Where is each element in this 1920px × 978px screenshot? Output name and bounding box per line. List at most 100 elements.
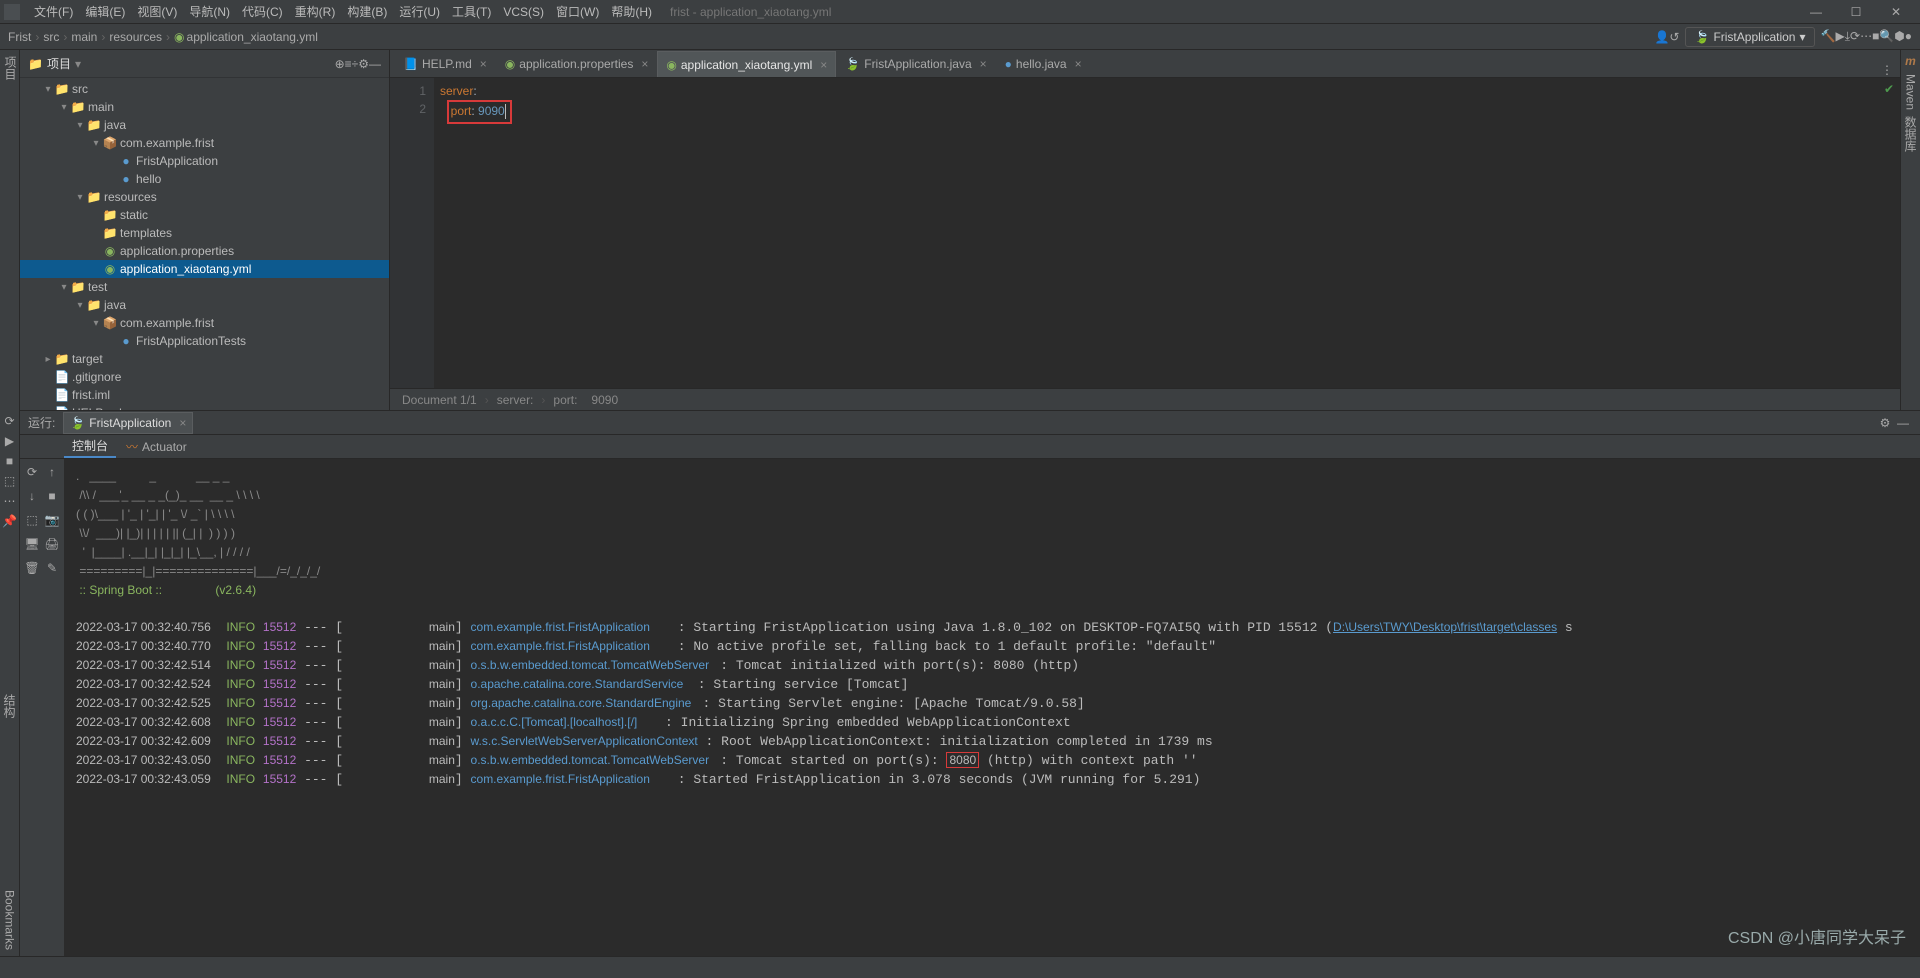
close-icon[interactable]: × xyxy=(480,57,487,71)
console-action-icon[interactable]: ⬚ xyxy=(23,511,41,529)
pin-icon[interactable]: 📌 xyxy=(2,514,17,528)
menu-item[interactable]: 导航(N) xyxy=(183,5,236,19)
rerun-icon[interactable]: ⟳ xyxy=(4,414,14,428)
maven-tool-button[interactable]: Maven xyxy=(1904,74,1918,110)
bookmarks-tool-button[interactable]: Bookmarks xyxy=(3,890,17,950)
menu-item[interactable]: 构建(B) xyxy=(341,5,393,19)
expand-arrow-icon[interactable]: ▾ xyxy=(58,282,70,293)
toolbar-icon[interactable]: ⟳ xyxy=(1850,29,1860,43)
expand-arrow-icon[interactable]: ▾ xyxy=(74,300,86,311)
close-button[interactable]: ✕ xyxy=(1876,5,1916,19)
toolbar-icon[interactable]: ▶ xyxy=(1835,29,1844,43)
menu-item[interactable]: 重构(R) xyxy=(289,5,342,19)
expand-arrow-icon[interactable]: ▾ xyxy=(42,84,54,95)
tree-node[interactable]: ▾📦com.example.frist xyxy=(20,134,389,152)
breadcrumb-segment[interactable]: src xyxy=(43,30,59,44)
toolbar-icon[interactable]: 🔍 xyxy=(1879,29,1894,43)
menu-item[interactable]: 代码(C) xyxy=(236,5,289,19)
tree-node[interactable]: ▾📁src xyxy=(20,80,389,98)
breadcrumb-segment[interactable]: main xyxy=(71,30,97,44)
run-icon[interactable]: ▶ xyxy=(5,434,14,448)
maven-icon[interactable]: m xyxy=(1905,54,1916,68)
structure-tool-button[interactable]: 结构 xyxy=(1,694,18,718)
project-header-icon[interactable]: ⚙ xyxy=(358,57,369,71)
expand-arrow-icon[interactable]: ▾ xyxy=(90,138,102,149)
expand-arrow-icon[interactable]: ▾ xyxy=(74,192,86,203)
tree-node[interactable]: ●FristApplicationTests xyxy=(20,332,389,350)
tree-node[interactable]: 📄.gitignore xyxy=(20,368,389,386)
editor-tab[interactable]: ◉application.properties× xyxy=(496,51,658,77)
tree-node[interactable]: ●hello xyxy=(20,170,389,188)
tab-more-icon[interactable]: ⋮ xyxy=(1878,63,1896,77)
tree-node[interactable]: 📄frist.iml xyxy=(20,386,389,404)
tree-node[interactable]: ▾📁java xyxy=(20,116,389,134)
console-action-icon[interactable]: 🗑 xyxy=(23,559,41,577)
console-output[interactable]: . ____ _ __ _ _ /\\ / ___'_ __ _ _(_)_ _… xyxy=(64,459,1920,956)
menu-item[interactable]: 视图(V) xyxy=(131,5,183,19)
console-action-icon[interactable]: ⟳ xyxy=(23,463,41,481)
minimize-button[interactable]: — xyxy=(1796,5,1836,19)
toolbar-icon[interactable]: 🔨 xyxy=(1821,29,1836,43)
tree-node[interactable]: ▾📦com.example.frist xyxy=(20,314,389,332)
layout-icon[interactable]: ⬚ xyxy=(4,474,15,488)
editor-tab[interactable]: ●hello.java× xyxy=(996,51,1091,77)
menu-item[interactable]: VCS(S) xyxy=(497,5,550,19)
code-editor[interactable]: 1 2 server: port: 9090 ✔ xyxy=(390,78,1900,388)
expand-arrow-icon[interactable]: ▾ xyxy=(90,318,102,329)
chevron-down-icon[interactable]: ▾ xyxy=(75,57,81,71)
maximize-button[interactable]: ☐ xyxy=(1836,5,1876,19)
close-icon[interactable]: × xyxy=(1075,57,1082,71)
toolbar-icon[interactable]: ↺ xyxy=(1669,30,1679,44)
path-segment[interactable]: server: xyxy=(497,393,534,407)
tree-node[interactable]: ◉application_xiaotang.yml xyxy=(20,260,389,278)
project-tree[interactable]: ▾📁src▾📁main▾📁java▾📦com.example.frist●Fri… xyxy=(20,78,389,410)
expand-arrow-icon[interactable]: ▾ xyxy=(58,102,70,113)
menu-item[interactable]: 工具(T) xyxy=(446,5,497,19)
run-config-selector[interactable]: 🍃 FristApplication ▾ xyxy=(1685,27,1814,47)
close-icon[interactable]: × xyxy=(179,416,186,430)
console-action-icon[interactable]: ✎ xyxy=(43,559,61,577)
breadcrumb-segment[interactable]: ◉application_xiaotang.yml xyxy=(174,30,318,44)
editor-tab[interactable]: 🍃FristApplication.java× xyxy=(836,51,995,77)
path-segment[interactable]: port: xyxy=(553,393,577,407)
menu-item[interactable]: 帮助(H) xyxy=(605,5,658,19)
console-action-icon[interactable]: ■ xyxy=(43,487,61,505)
menu-item[interactable]: 运行(U) xyxy=(393,5,446,19)
expand-arrow-icon[interactable]: ▸ xyxy=(42,354,54,365)
database-tool-button[interactable]: 数据库 xyxy=(1902,116,1919,152)
tree-node[interactable]: ▾📁resources xyxy=(20,188,389,206)
run-subtab[interactable]: 控制台 xyxy=(64,435,116,458)
run-tab[interactable]: 🍃 FristApplication × xyxy=(63,412,193,434)
menu-item[interactable]: 编辑(E) xyxy=(79,5,131,19)
editor-tab[interactable]: ◉application_xiaotang.yml× xyxy=(657,51,836,77)
console-action-icon[interactable]: ↓ xyxy=(23,487,41,505)
toolbar-icon[interactable]: ⋯ xyxy=(1860,29,1872,43)
tree-node[interactable]: 📄HELP.md xyxy=(20,404,389,410)
tree-node[interactable]: 📁static xyxy=(20,206,389,224)
expand-arrow-icon[interactable]: ▾ xyxy=(74,120,86,131)
breadcrumb-segment[interactable]: Frist xyxy=(8,30,31,44)
inspection-ok-icon[interactable]: ✔ xyxy=(1884,82,1894,96)
stop-icon[interactable]: ■ xyxy=(6,454,13,468)
console-action-icon[interactable]: 🖥 xyxy=(23,535,41,553)
project-header-icon[interactable]: — xyxy=(369,57,381,71)
code-text[interactable]: server: port: 9090 xyxy=(434,78,1900,388)
tree-node[interactable]: ●FristApplication xyxy=(20,152,389,170)
run-subtab[interactable]: 〰Actuator xyxy=(118,436,195,457)
project-header-icon[interactable]: ≡ xyxy=(345,57,352,71)
tree-node[interactable]: ▾📁test xyxy=(20,278,389,296)
close-icon[interactable]: × xyxy=(980,57,987,71)
menu-item[interactable]: 文件(F) xyxy=(28,5,79,19)
console-action-icon[interactable]: 📷 xyxy=(43,511,61,529)
toolbar-icon[interactable]: 👤 xyxy=(1654,30,1669,44)
tree-node[interactable]: ▸📁target xyxy=(20,350,389,368)
project-tool-button[interactable]: 项目 xyxy=(0,50,21,86)
tree-node[interactable]: 📁templates xyxy=(20,224,389,242)
editor-tab[interactable]: 📘HELP.md× xyxy=(394,51,496,77)
close-icon[interactable]: × xyxy=(641,57,648,71)
toolbar-icon[interactable]: ● xyxy=(1905,29,1912,43)
tree-node[interactable]: ▾📁main xyxy=(20,98,389,116)
tree-node[interactable]: ▾📁java xyxy=(20,296,389,314)
project-header-icon[interactable]: ⊕ xyxy=(335,57,345,71)
breadcrumb-segment[interactable]: resources xyxy=(109,30,162,44)
